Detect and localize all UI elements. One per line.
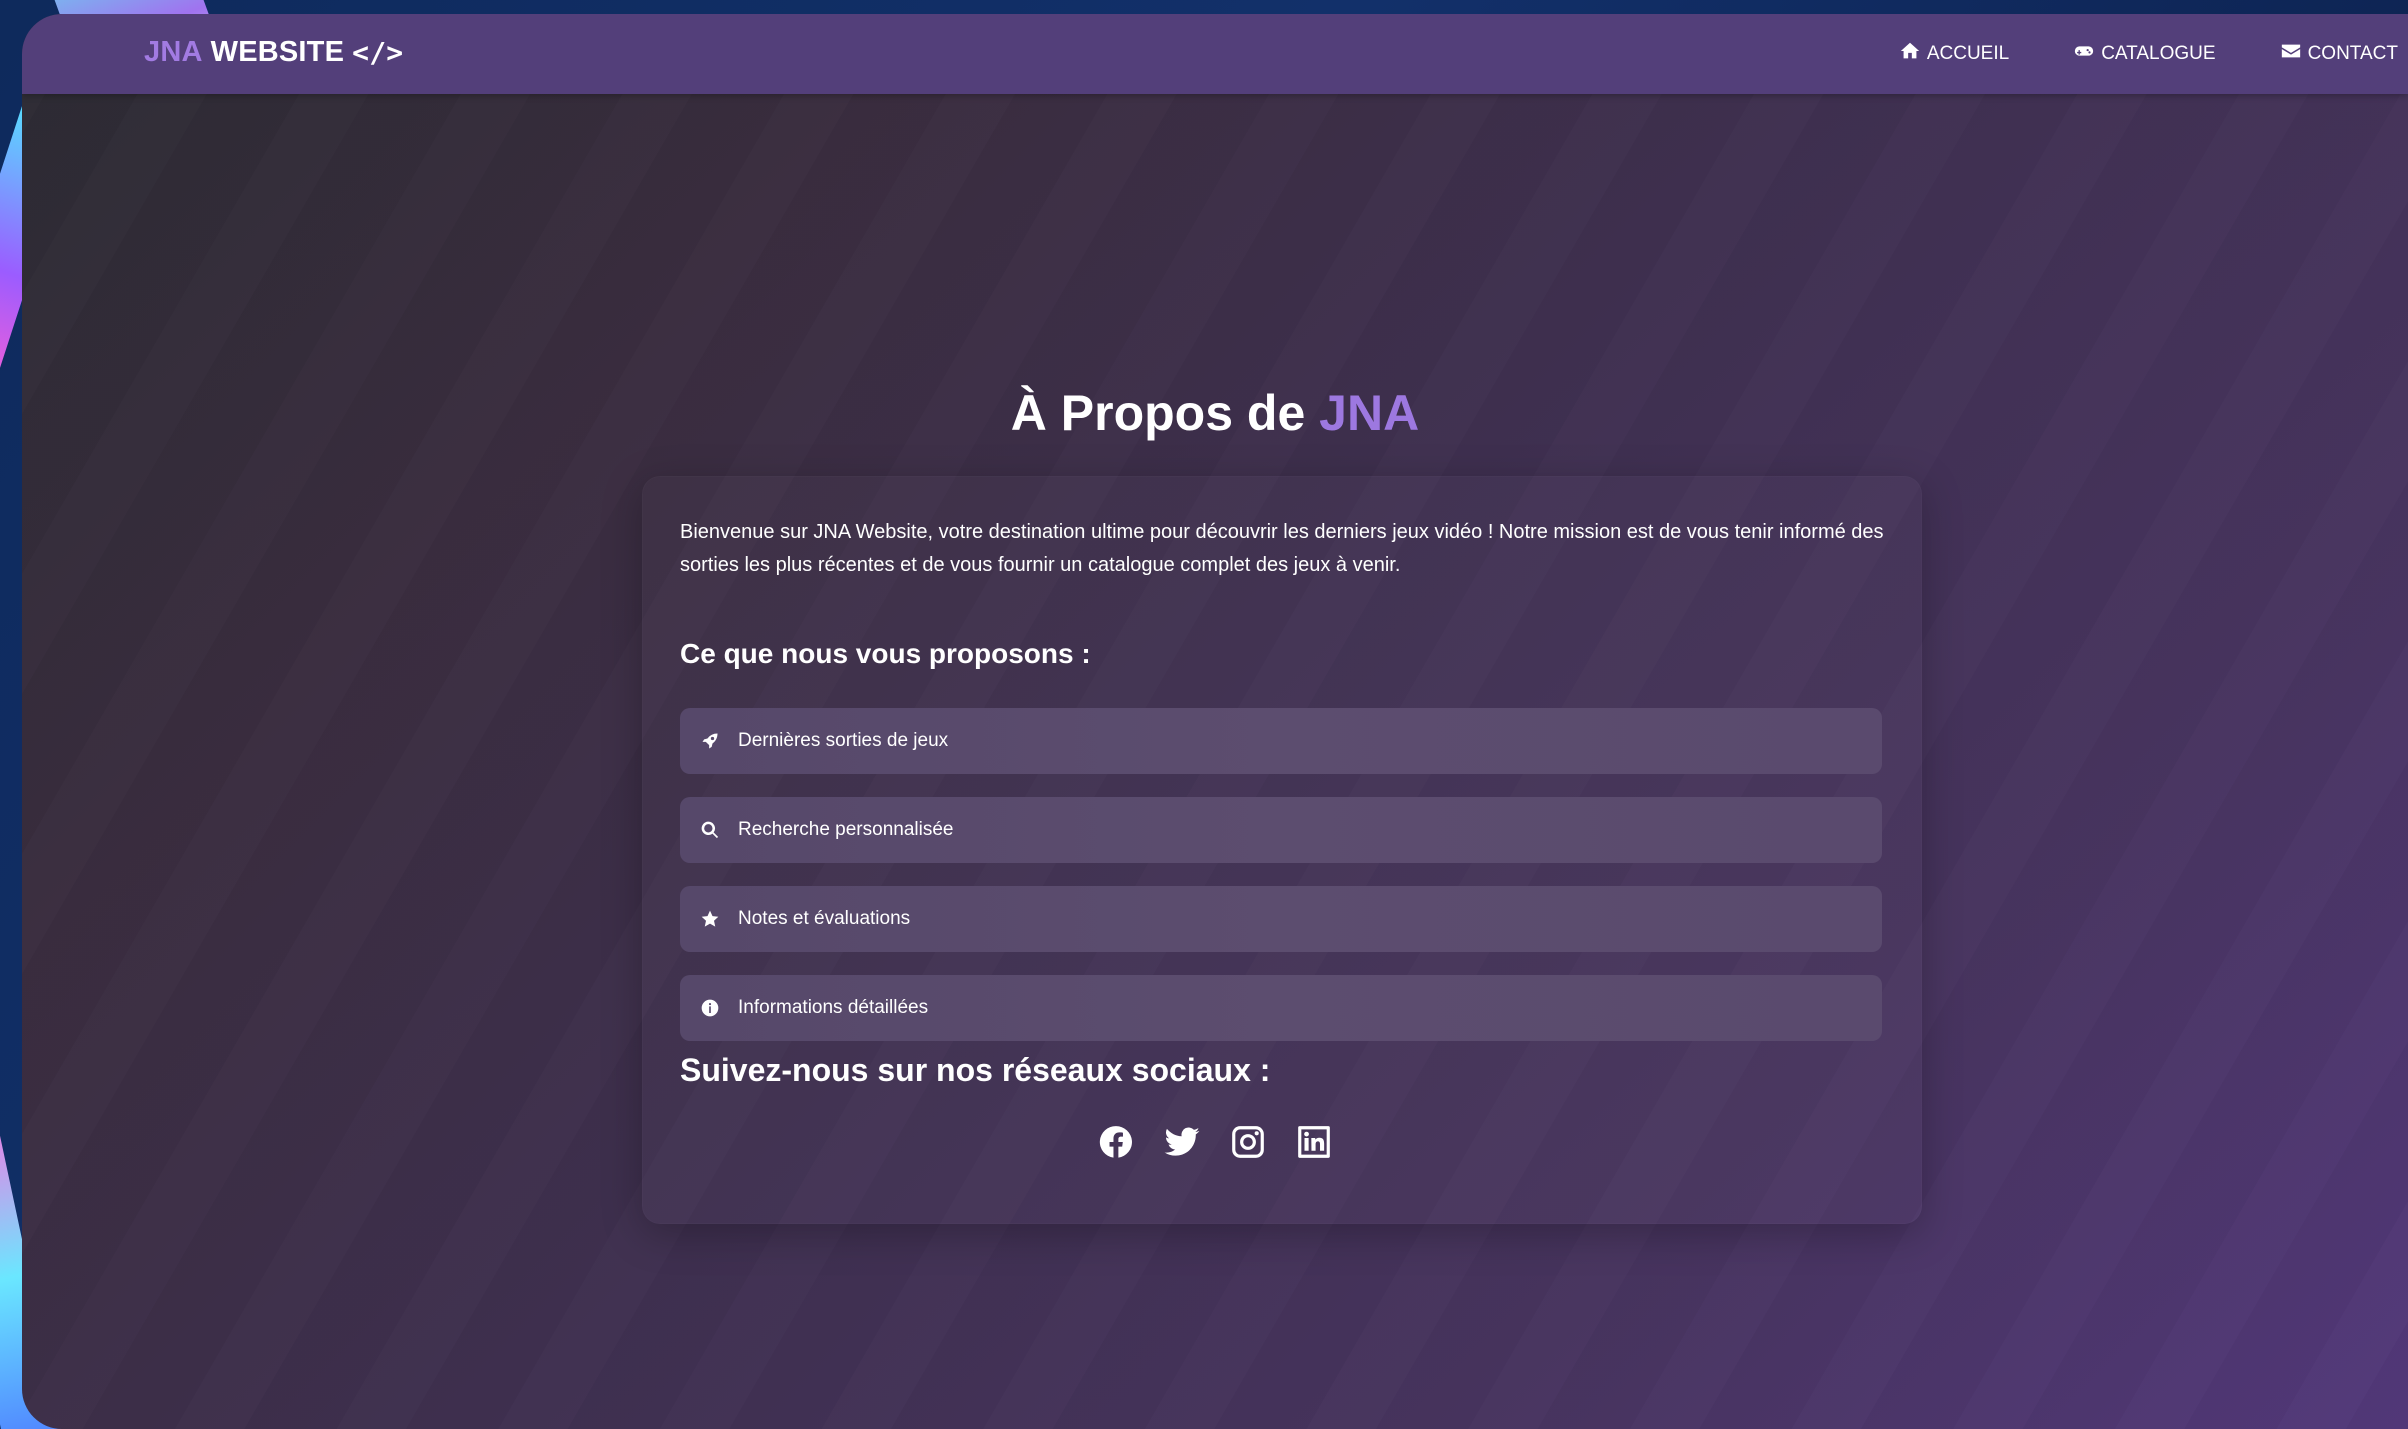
facebook-icon[interactable] <box>1096 1122 1136 1162</box>
feature-item-latest-releases: Dernières sorties de jeux <box>680 708 1882 774</box>
instagram-icon[interactable] <box>1228 1122 1268 1162</box>
gamepad-icon <box>2073 40 2095 68</box>
nav-link-label: CATALOGUE <box>2101 43 2216 64</box>
search-icon <box>700 820 720 840</box>
info-icon <box>700 998 720 1018</box>
brand-accent: JNA <box>144 36 203 68</box>
linkedin-icon[interactable] <box>1294 1122 1334 1162</box>
nav-link-label: ACCUEIL <box>1926 43 2010 64</box>
home-icon <box>1899 40 1921 68</box>
brand-logo[interactable]: JNA WEBSITE </> <box>144 36 403 69</box>
offer-heading: Ce que nous vous proposons : <box>680 638 1091 669</box>
feature-label: Recherche personnalisée <box>738 819 954 840</box>
feature-label: Informations détaillées <box>738 997 929 1018</box>
feature-item-custom-search: Recherche personnalisée <box>680 797 1882 863</box>
page-title: À Propos de JNA <box>22 384 2408 442</box>
nav-link-label: CONTACT <box>2307 43 2398 64</box>
twitter-icon[interactable] <box>1162 1122 1202 1162</box>
feature-item-detailed-info: Informations détaillées <box>680 975 1882 1041</box>
social-heading: Suivez-nous sur nos réseaux sociaux : <box>680 1052 1271 1088</box>
nav-link-accueil[interactable]: ACCUEIL <box>1899 40 2009 68</box>
intro-text: Bienvenue sur JNA Website, votre destina… <box>680 521 1884 576</box>
feature-label: Notes et évaluations <box>738 908 911 929</box>
browser-viewport: JNA WEBSITE </> ACCUEIL CATALOGUE CONTAC… <box>22 14 2408 1429</box>
code-icon: </> <box>352 36 404 69</box>
feature-label: Dernières sorties de jeux <box>738 730 949 751</box>
envelope-icon <box>2280 40 2302 68</box>
page-title-accent: JNA <box>1319 385 1420 441</box>
nav-links: ACCUEIL CATALOGUE CONTACT <box>1899 14 2398 94</box>
feature-item-ratings: Notes et évaluations <box>680 886 1882 952</box>
star-icon <box>700 909 720 929</box>
navbar: JNA WEBSITE </> ACCUEIL CATALOGUE CONTAC… <box>22 14 2408 94</box>
page-title-prefix: À Propos de <box>1010 385 1306 441</box>
brand-main: WEBSITE <box>210 36 345 68</box>
nav-link-contact[interactable]: CONTACT <box>2280 40 2398 68</box>
nav-link-catalogue[interactable]: CATALOGUE <box>2073 40 2216 68</box>
social-links <box>22 1122 2408 1162</box>
rocket-icon <box>700 731 720 751</box>
